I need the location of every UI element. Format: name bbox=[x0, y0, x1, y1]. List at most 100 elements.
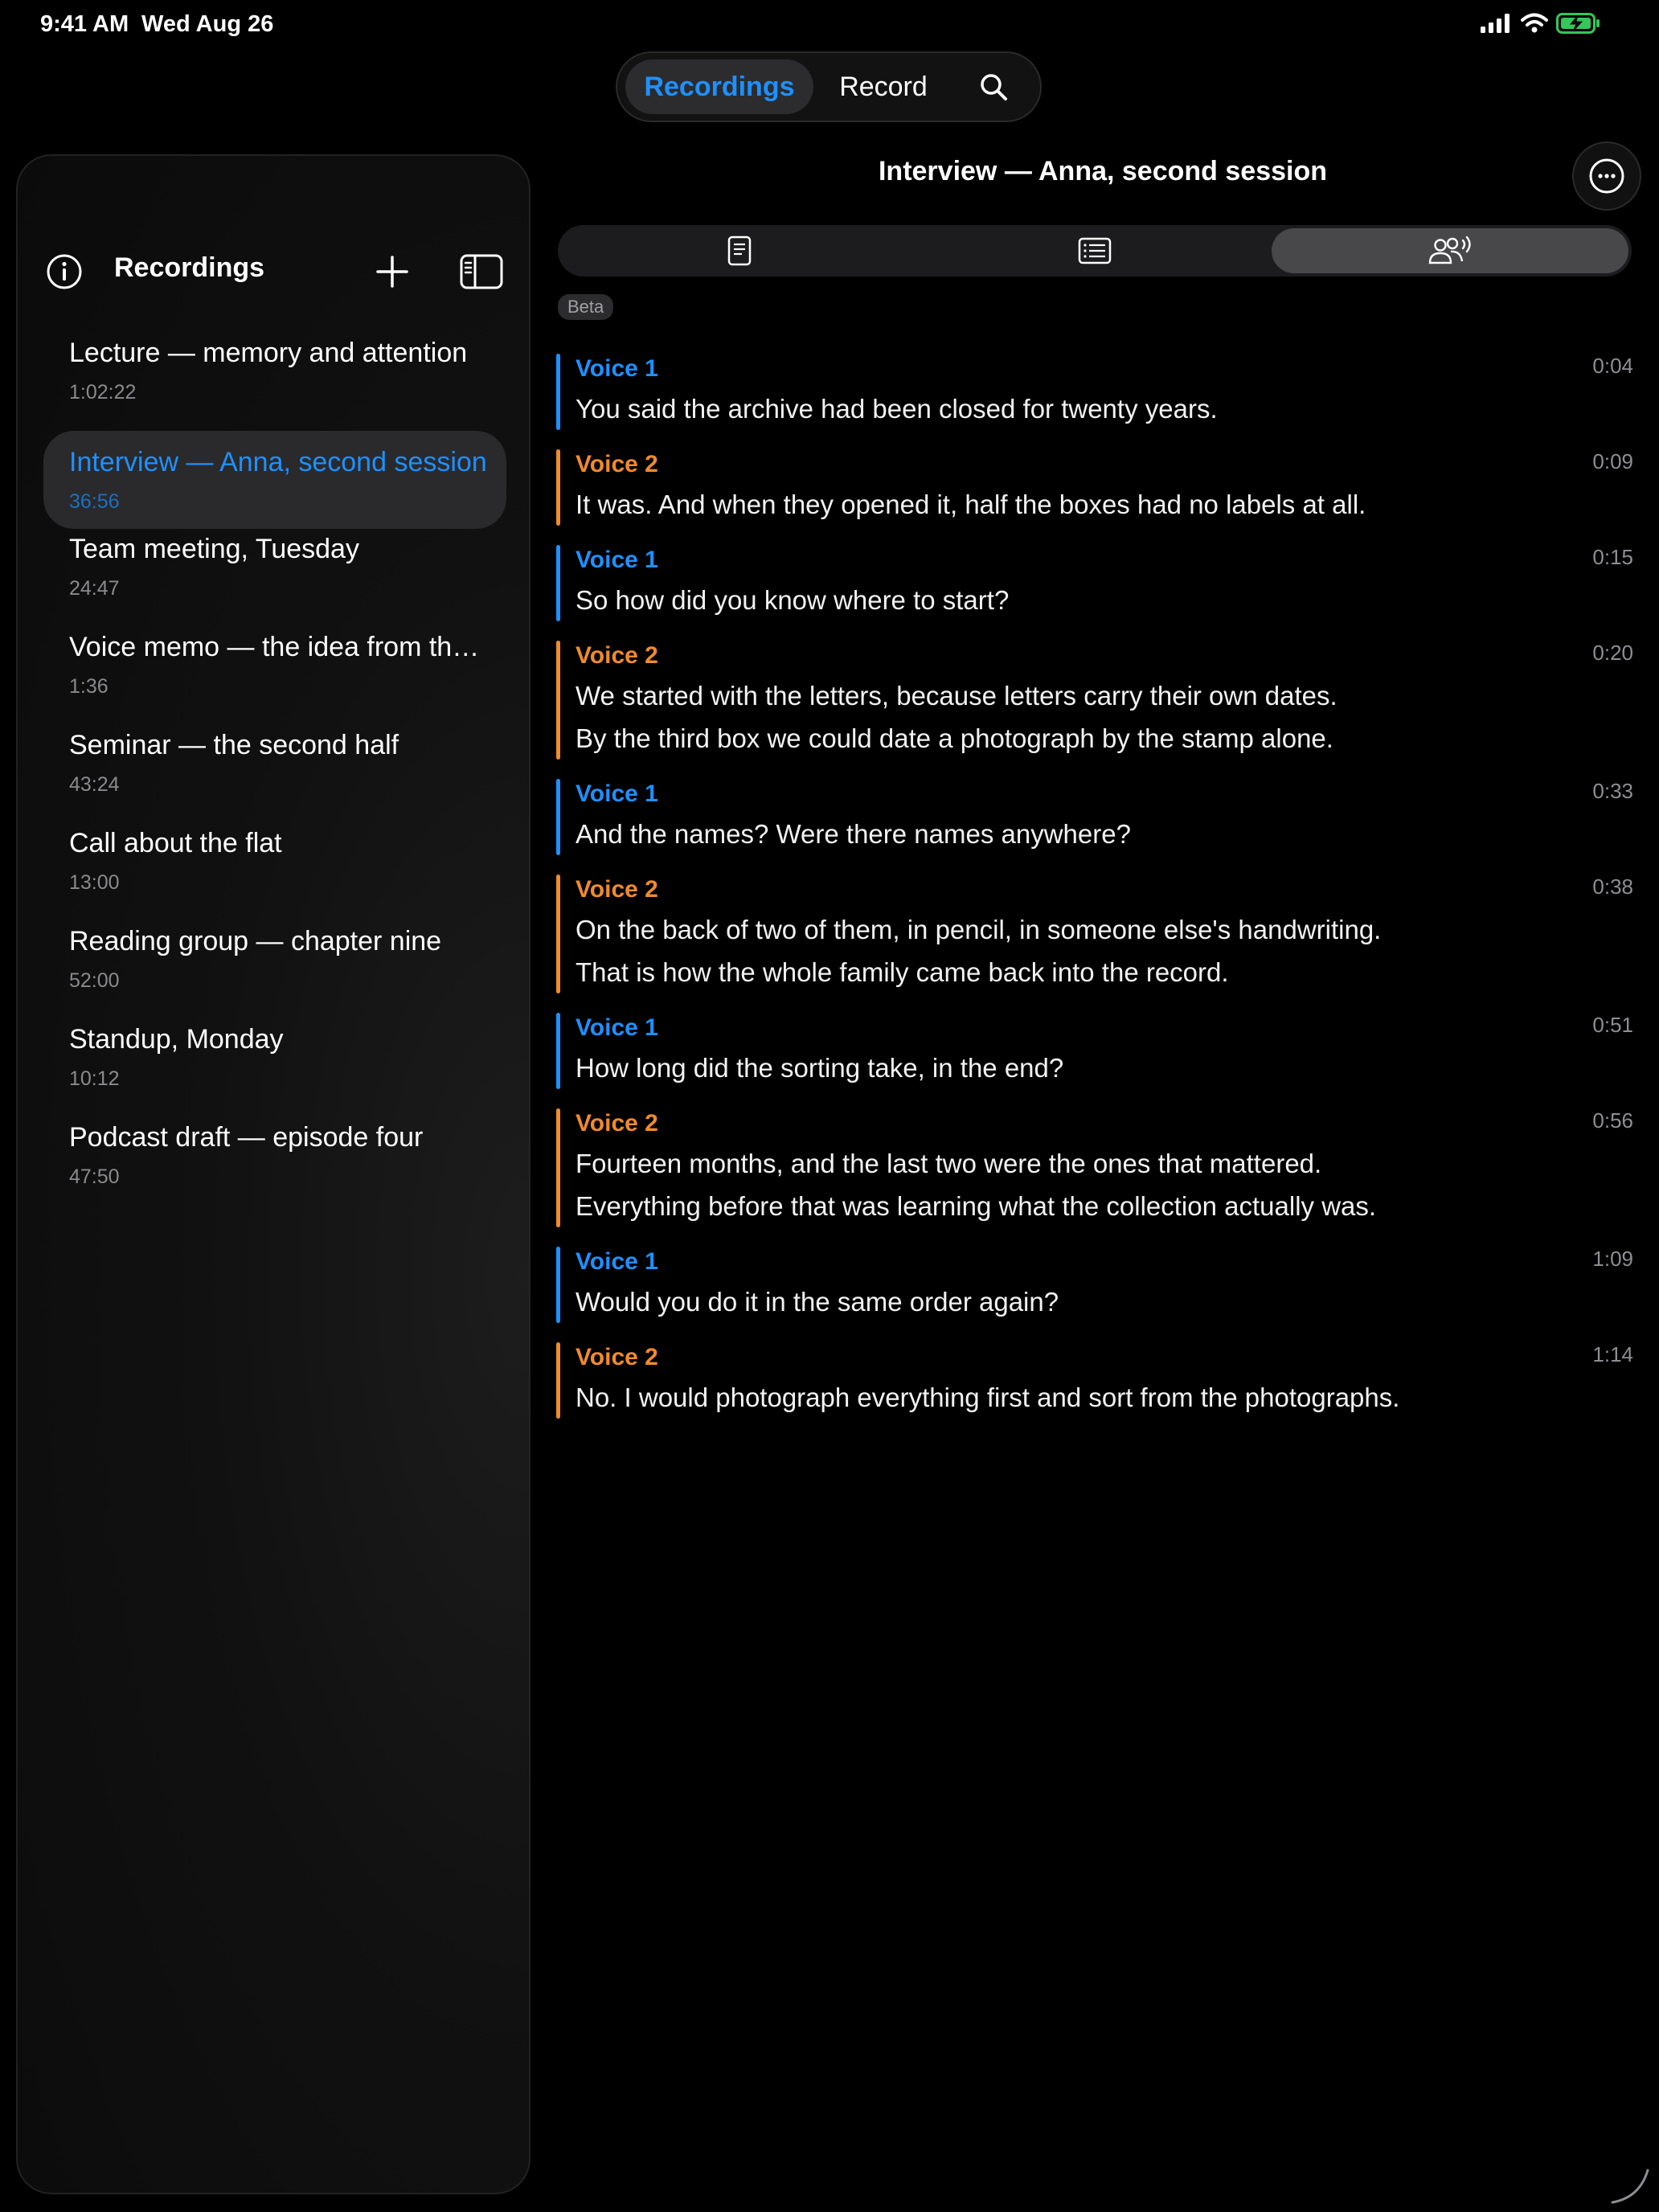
search-icon bbox=[981, 74, 1007, 100]
transcript-segment[interactable]: Voice 2 On the back of two of them, in p… bbox=[556, 871, 1633, 993]
recording-title: Interview — Anna, second session bbox=[69, 447, 487, 477]
recording-duration: 43:24 bbox=[69, 773, 120, 796]
transcript-text: Fourteen months, and the last two were t… bbox=[576, 1149, 1322, 1178]
transcript-text: Everything before that was learning what… bbox=[576, 1191, 1377, 1221]
transcript-segment[interactable]: Voice 1 Would you do it in the same orde… bbox=[556, 1243, 1633, 1323]
resize-handle-icon[interactable] bbox=[1608, 2162, 1653, 2207]
view-tab-document[interactable] bbox=[561, 228, 918, 273]
recordings-list: Lecture — memory and attention 1:02:22 I… bbox=[43, 333, 506, 1215]
recording-duration: 36:56 bbox=[69, 490, 120, 513]
wifi-icon bbox=[1521, 13, 1548, 33]
speaker-label: Voice 1 bbox=[576, 355, 658, 382]
recording-item[interactable]: Voice memo — the idea from the train 1:3… bbox=[43, 627, 506, 725]
cellular-signal-icon bbox=[1481, 14, 1509, 33]
speaker-color-bar bbox=[556, 1247, 560, 1323]
speaker-label: Voice 1 bbox=[576, 547, 658, 573]
transcript-text: We started with the letters, because let… bbox=[576, 681, 1337, 711]
transcript-text: On the back of two of them, in pencil, i… bbox=[576, 915, 1382, 944]
timestamp: 0:56 bbox=[1592, 1108, 1633, 1133]
speaker-label: Voice 2 bbox=[576, 876, 658, 903]
transcript-segment[interactable]: Voice 2 No. I would photograph everythin… bbox=[556, 1339, 1633, 1419]
transcript-text: You said the archive had been closed for… bbox=[576, 394, 1218, 424]
recording-duration: 10:12 bbox=[69, 1067, 120, 1090]
recording-title: Standup, Monday bbox=[69, 1024, 284, 1055]
transcript-segment[interactable]: Voice 1 How long did the sorting take, i… bbox=[556, 1010, 1633, 1089]
recording-item[interactable]: Seminar — the second half 43:24 bbox=[43, 725, 506, 823]
timestamp: 1:14 bbox=[1592, 1342, 1633, 1366]
recording-title-header: Interview — Anna, second session bbox=[878, 156, 1327, 186]
add-icon[interactable] bbox=[371, 251, 413, 293]
more-button[interactable] bbox=[1572, 141, 1641, 211]
beta-badge: Beta bbox=[558, 294, 614, 320]
recording-item[interactable]: Call about the flat 13:00 bbox=[43, 823, 506, 921]
recording-title: Team meeting, Tuesday bbox=[69, 534, 359, 564]
speaker-color-bar bbox=[556, 354, 560, 430]
speaker-color-bar bbox=[556, 1013, 560, 1089]
view-segmented-control bbox=[558, 225, 1632, 276]
speaker-color-bar bbox=[556, 875, 560, 993]
speaker-label: Voice 1 bbox=[576, 1014, 658, 1041]
view-tab-summary[interactable] bbox=[916, 228, 1273, 273]
info-icon[interactable] bbox=[45, 252, 84, 291]
speaker-color-bar bbox=[556, 1342, 560, 1419]
recording-title: Voice memo — the idea from the train bbox=[69, 632, 487, 662]
transcript-segment[interactable]: Voice 1 So how did you know where to sta… bbox=[556, 542, 1633, 621]
timestamp: 0:15 bbox=[1592, 545, 1633, 569]
recording-title: Seminar — the second half bbox=[69, 730, 399, 760]
list-icon bbox=[1078, 237, 1112, 264]
status-bar: 9:41 AM Wed Aug 26 bbox=[0, 0, 1659, 51]
status-date: Wed Aug 26 bbox=[141, 11, 274, 37]
transcript-text: And the names? Were there names anywhere… bbox=[576, 819, 1131, 849]
timestamp: 0:51 bbox=[1592, 1013, 1633, 1037]
sidebar-toggle-icon[interactable] bbox=[460, 254, 503, 289]
recording-item-selected[interactable]: Interview — Anna, second session 36:56 bbox=[43, 431, 506, 529]
recording-item[interactable]: Reading group — chapter nine 52:00 bbox=[43, 921, 506, 1019]
recording-duration: 1:02:22 bbox=[69, 381, 137, 403]
view-tab-speakers[interactable] bbox=[1272, 228, 1628, 273]
speaker-color-bar bbox=[556, 641, 560, 760]
recording-duration: 24:47 bbox=[69, 577, 120, 600]
tab-record[interactable]: Record bbox=[821, 59, 945, 114]
timestamp: 0:38 bbox=[1592, 875, 1633, 899]
transcript-text: So how did you know where to start? bbox=[576, 585, 1010, 615]
recording-item[interactable]: Podcast draft — episode four 47:50 bbox=[43, 1117, 506, 1215]
recording-duration: 52:00 bbox=[69, 969, 120, 992]
recording-item[interactable]: Team meeting, Tuesday 24:47 bbox=[43, 529, 506, 627]
recording-title: Call about the flat bbox=[69, 828, 282, 858]
transcript-segment[interactable]: Voice 2 Fourteen months, and the last tw… bbox=[556, 1105, 1633, 1227]
recording-title: Lecture — memory and attention bbox=[69, 338, 468, 368]
timestamp: 1:09 bbox=[1592, 1247, 1633, 1271]
battery-charging-icon bbox=[1556, 13, 1600, 34]
recording-item[interactable]: Standup, Monday 10:12 bbox=[43, 1019, 506, 1117]
transcript-segment[interactable]: Voice 1 And the names? Were there names … bbox=[556, 776, 1633, 855]
recording-item[interactable]: Lecture — memory and attention 1:02:22 bbox=[43, 333, 506, 431]
transcript-text: No. I would photograph everything first … bbox=[576, 1382, 1400, 1412]
transcript-segment[interactable]: Voice 2 We started with the letters, bec… bbox=[556, 637, 1633, 760]
transcript-text: By the third box we could date a photogr… bbox=[576, 723, 1333, 753]
transcript-segment[interactable]: Voice 1 You said the archive had been cl… bbox=[556, 350, 1633, 430]
timestamp: 0:20 bbox=[1592, 641, 1633, 665]
timestamp: 0:33 bbox=[1592, 779, 1633, 803]
document-icon bbox=[727, 236, 752, 266]
timestamp: 0:04 bbox=[1592, 354, 1633, 378]
recording-duration: 13:00 bbox=[69, 871, 120, 894]
speaker-label: Voice 2 bbox=[576, 451, 658, 477]
sidebar-title: Recordings bbox=[114, 252, 265, 283]
recording-duration: 1:36 bbox=[69, 675, 109, 698]
speaker-color-bar bbox=[556, 449, 560, 526]
transcript-text: That is how the whole family came back i… bbox=[576, 957, 1229, 987]
sidebar-header: Recordings bbox=[18, 243, 529, 301]
speaker-color-bar bbox=[556, 779, 560, 855]
sidebar: Recordings Lecture — memory and attentio… bbox=[16, 154, 530, 2194]
speaker-label: Voice 2 bbox=[576, 1110, 658, 1137]
search-button[interactable] bbox=[955, 59, 1032, 114]
speaker-color-bar bbox=[556, 545, 560, 621]
speaker-label: Voice 1 bbox=[576, 1248, 658, 1275]
recording-title: Reading group — chapter nine bbox=[69, 926, 442, 956]
transcript-segment[interactable]: Voice 2 It was. And when they opened it,… bbox=[556, 446, 1633, 526]
tab-recordings[interactable]: Recordings bbox=[625, 59, 813, 114]
top-segmented-control: Recordings Record bbox=[616, 51, 1042, 122]
transcript-text: How long did the sorting take, in the en… bbox=[576, 1053, 1064, 1083]
transcript-text: It was. And when they opened it, half th… bbox=[576, 490, 1366, 519]
transcript: Voice 1 You said the archive had been cl… bbox=[556, 350, 1633, 1435]
